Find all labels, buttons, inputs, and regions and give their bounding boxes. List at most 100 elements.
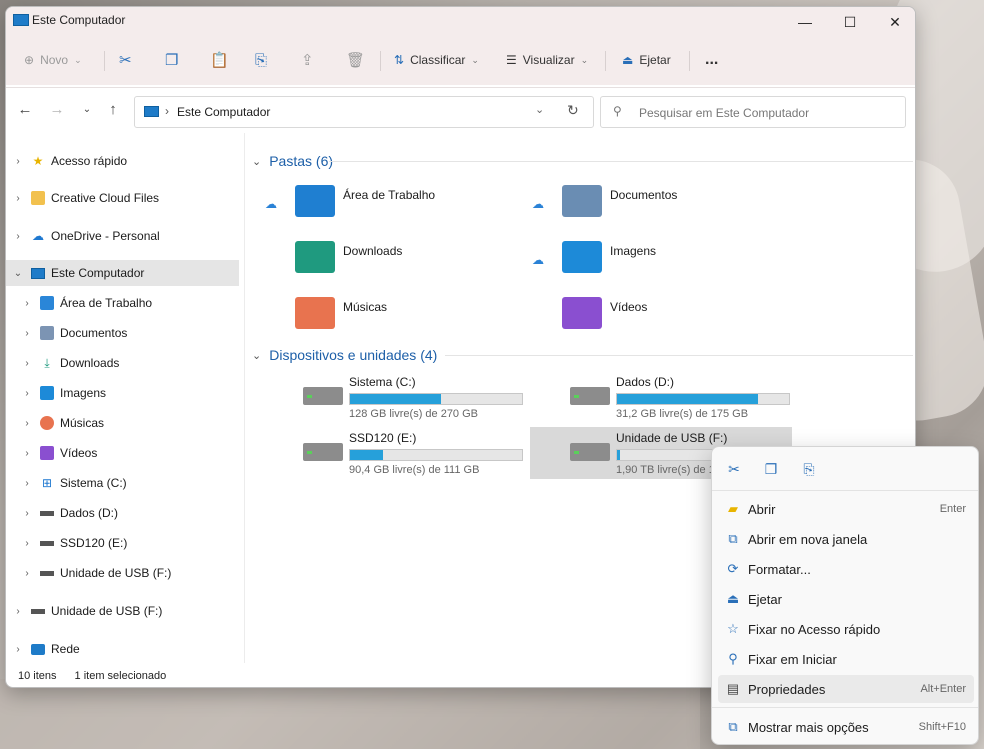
eject-icon: ⏏ [622, 53, 634, 67]
chevron-right-icon[interactable]: › [20, 298, 34, 309]
drive-free-space: 128 GB livre(s) de 270 GB [349, 408, 479, 420]
chevron-right-icon[interactable]: › [20, 328, 34, 339]
maximize-button[interactable]: ☐ [827, 7, 873, 37]
menu-item-label: Formatar... [748, 561, 811, 577]
minimize-button[interactable]: — [782, 7, 828, 37]
close-button[interactable]: ✕ [872, 7, 915, 37]
menu-item-pin-quick-access[interactable]: ☆ Fixar no Acesso rápido [718, 615, 974, 643]
group-divider [329, 161, 913, 162]
drive-item-d[interactable]: Dados (D:) 31,2 GB livre(s) de 175 GB [558, 371, 820, 423]
eject-button[interactable]: ⏏ Ejetar [622, 42, 671, 78]
sidebar-item-desktop[interactable]: › Área de Trabalho [6, 290, 239, 316]
rename-icon: ⎘ [255, 51, 268, 69]
folder-item[interactable]: Downloads [265, 237, 495, 281]
menu-item-label: Fixar no Acesso rápido [748, 621, 881, 637]
chevron-right-icon[interactable]: › [11, 231, 25, 242]
downloads-folder-icon [295, 241, 335, 273]
drive-item-e[interactable]: SSD120 (E:) 90,4 GB livre(s) de 111 GB [291, 427, 553, 479]
new-button[interactable]: ⊕ Novo ⌄ [24, 42, 82, 78]
sidebar-item-drive-e[interactable]: › SSD120 (E:) [6, 530, 239, 556]
sidebar-item-documents[interactable]: › Documentos [6, 320, 239, 346]
folder-item[interactable]: Músicas [265, 293, 495, 337]
forward-button[interactable]: → [46, 97, 68, 121]
refresh-icon[interactable]: ↻ [567, 102, 579, 119]
menu-item-show-more[interactable]: ⧉ Mostrar mais opções Shift+F10 [718, 713, 974, 741]
chevron-right-icon[interactable]: › [11, 156, 25, 167]
recent-locations-button[interactable]: ⌄ [76, 97, 98, 121]
chevron-right-icon[interactable]: › [20, 568, 34, 579]
chevron-right-icon[interactable]: › [20, 478, 34, 489]
folders-group-header[interactable]: ⌄ Pastas (6) [252, 151, 333, 171]
copy-button[interactable]: ❐ [165, 42, 178, 78]
rename-button[interactable]: ⎘ [255, 42, 267, 78]
chevron-right-icon[interactable]: › [20, 448, 34, 459]
chevron-right-icon[interactable]: › [20, 508, 34, 519]
breadcrumb-chevron-icon: › [165, 104, 169, 118]
sidebar-item-downloads[interactable]: › ⤓ Downloads [6, 350, 239, 376]
chevron-right-icon[interactable]: › [11, 193, 25, 204]
chevron-down-icon[interactable]: ⌄ [535, 103, 544, 116]
chevron-right-icon[interactable]: › [11, 606, 25, 617]
chevron-right-icon[interactable]: › [20, 418, 34, 429]
folder-item[interactable]: Vídeos [532, 293, 762, 337]
sidebar-item-label: Downloads [60, 356, 120, 370]
sidebar-item-label: Creative Cloud Files [51, 191, 160, 205]
search-input[interactable]: ⚲ Pesquisar em Este Computador [600, 96, 906, 128]
share-button[interactable]: ⇪ [301, 42, 314, 78]
cloud-icon: ☁ [532, 253, 544, 267]
sidebar-item-videos[interactable]: › Vídeos [6, 440, 239, 466]
menu-item-shortcut: Enter [939, 503, 966, 515]
drive-item-c[interactable]: Sistema (C:) 128 GB livre(s) de 270 GB [291, 371, 553, 423]
sidebar-item-label: Unidade de USB (F:) [51, 604, 163, 618]
sidebar-item-quick-access[interactable]: › ★ Acesso rápido [6, 148, 239, 174]
menu-item-label: Fixar em Iniciar [748, 651, 837, 667]
chevron-right-icon[interactable]: › [20, 388, 34, 399]
chevron-right-icon[interactable]: › [20, 358, 34, 369]
menu-item-open[interactable]: ▰ Abrir Enter [718, 495, 974, 523]
sort-icon: ⇅ [394, 53, 405, 67]
selection-count: 1 item selecionado [74, 670, 167, 682]
rename-button[interactable]: ⎘ [796, 457, 822, 481]
view-button[interactable]: ☰ Visualizar ⌄ [506, 42, 588, 78]
format-icon: ⟳ [727, 561, 739, 576]
sidebar-item-music[interactable]: › Músicas [6, 410, 239, 436]
sidebar-item-drive-c[interactable]: › ⊞ Sistema (C:) [6, 470, 239, 496]
up-button[interactable]: ↑ [102, 97, 124, 121]
cut-button[interactable]: ✂ [119, 42, 132, 78]
chevron-down-icon: ⌄ [82, 103, 92, 115]
delete-button[interactable]: 🗑 [346, 42, 365, 78]
sidebar-item-creative-cloud[interactable]: › Creative Cloud Files [6, 185, 239, 211]
sidebar-item-usb-root[interactable]: › Unidade de USB (F:) [6, 598, 239, 624]
menu-item-properties[interactable]: ▤ Propriedades Alt+Enter [718, 675, 974, 703]
chevron-down-icon[interactable]: ⌄ [11, 268, 25, 279]
menu-item-pin-start[interactable]: ⚲ Fixar em Iniciar [718, 645, 974, 673]
sidebar-item-this-pc[interactable]: ⌄ Este Computador [6, 260, 239, 286]
menu-item-format[interactable]: ⟳ Formatar... [718, 555, 974, 583]
sidebar-item-pictures[interactable]: › Imagens [6, 380, 239, 406]
copy-button[interactable]: ❐ [758, 457, 784, 481]
folder-item[interactable]: ☁ Área de Trabalho [265, 181, 495, 225]
paste-button[interactable]: 📋 [210, 42, 229, 78]
chevron-right-icon[interactable]: › [11, 644, 25, 655]
sidebar-item-drive-d[interactable]: › Dados (D:) [6, 500, 239, 526]
more-options-button[interactable]: ... [705, 42, 718, 78]
trash-icon: 🗑 [346, 52, 366, 69]
menu-item-eject[interactable]: ⏏ Ejetar [718, 585, 974, 613]
menu-item-open-new-window[interactable]: ⧉ Abrir em nova janela [718, 525, 974, 553]
folder-item[interactable]: ☁ Documentos [532, 181, 762, 225]
breadcrumb-location[interactable]: Este Computador [177, 105, 270, 119]
search-icon: ⚲ [613, 104, 622, 118]
sidebar-item-drive-f[interactable]: › Unidade de USB (F:) [6, 560, 239, 586]
drive-free-space: 90,4 GB livre(s) de 111 GB [349, 464, 480, 476]
cut-button[interactable]: ✂ [721, 457, 747, 481]
drives-group-header[interactable]: ⌄ Dispositivos e unidades (4) [252, 345, 437, 365]
chevron-right-icon[interactable]: › [20, 538, 34, 549]
sort-button[interactable]: ⇅ Classificar ⌄ [394, 42, 479, 78]
address-bar[interactable]: › Este Computador ⌄ ↻ [134, 96, 594, 128]
scissors-icon: ✂ [119, 52, 132, 69]
sidebar-item-onedrive[interactable]: › ☁ OneDrive - Personal [6, 223, 239, 249]
sidebar-item-network[interactable]: › Rede [6, 636, 239, 662]
menu-divider [712, 707, 978, 708]
back-button[interactable]: ← [14, 97, 36, 121]
folder-item[interactable]: ☁ Imagens [532, 237, 762, 281]
